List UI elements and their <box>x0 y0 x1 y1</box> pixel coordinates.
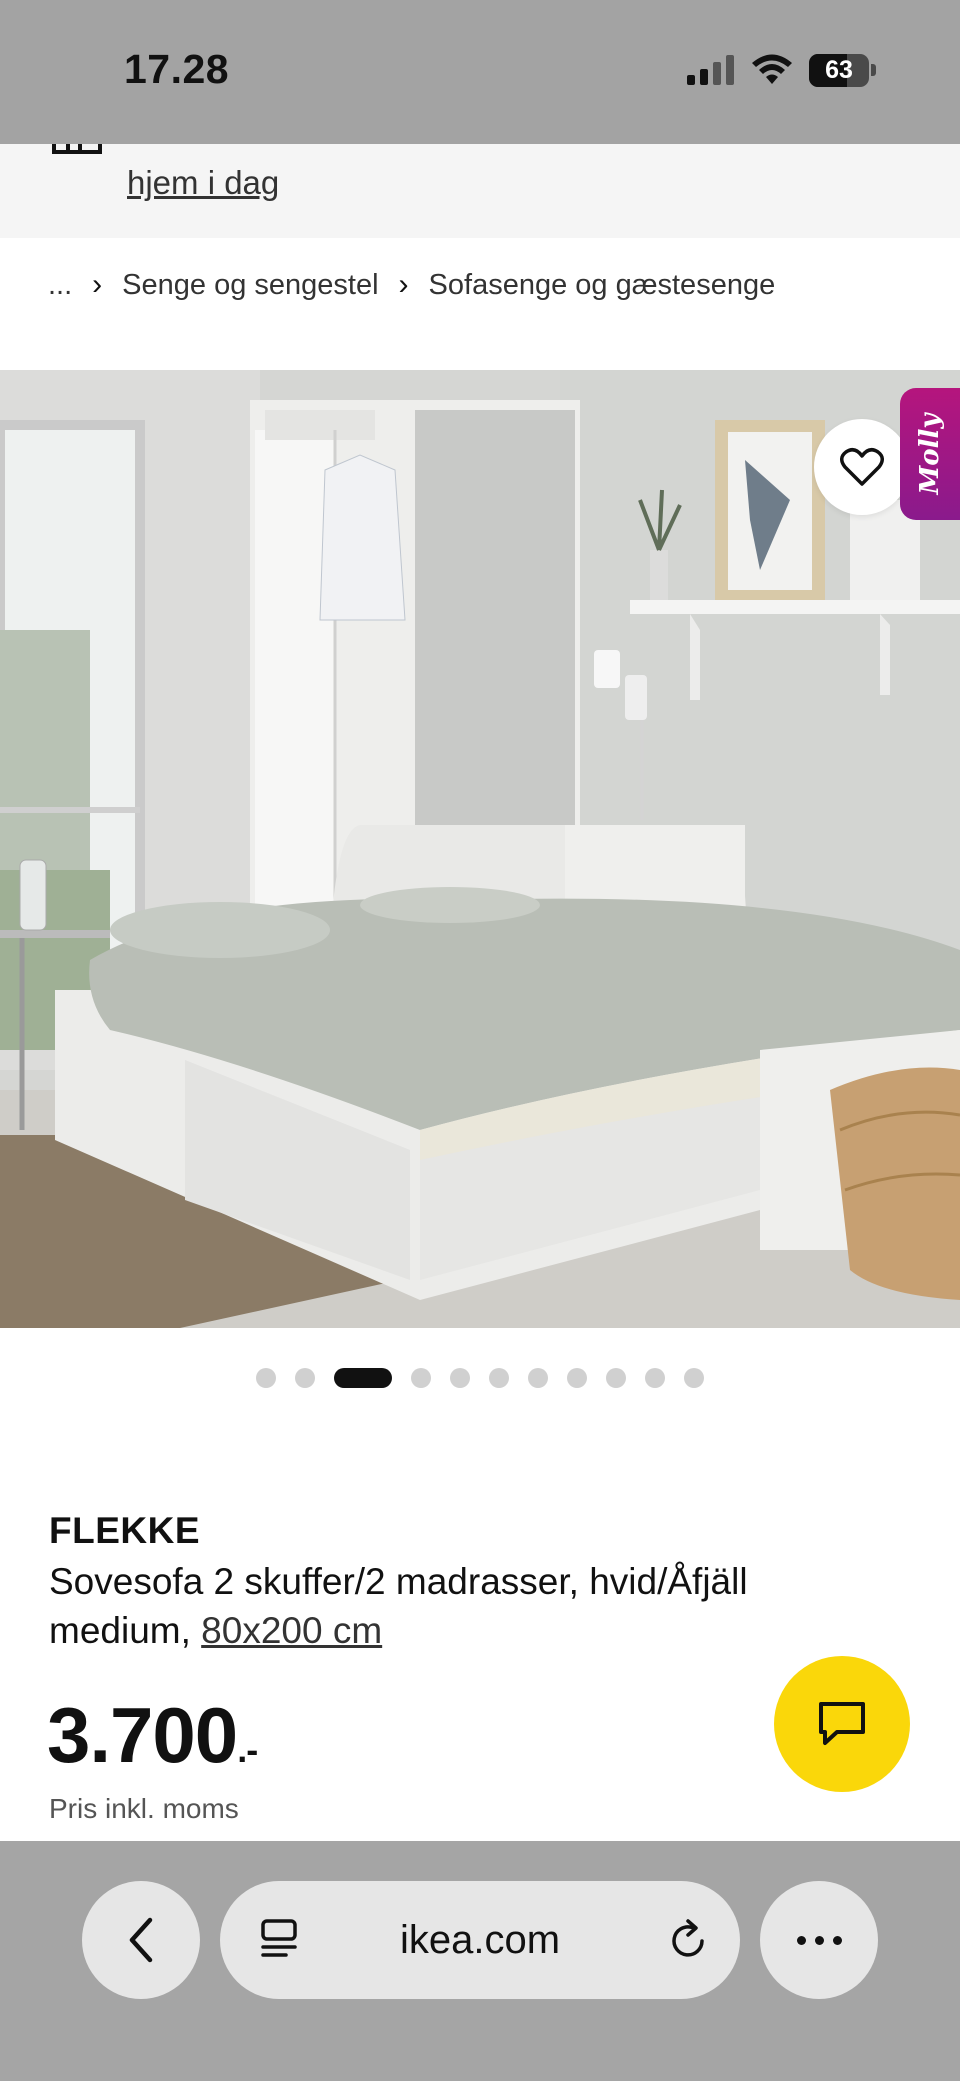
store-icon <box>52 144 102 154</box>
product-page: 17.28 63 hjem i dag ... › Senge og senge… <box>0 0 960 2081</box>
dot-icon <box>832 1935 842 1945</box>
breadcrumb-ellipsis[interactable]: ... <box>48 269 72 302</box>
dot-icon <box>814 1935 824 1945</box>
chevron-right-icon: › <box>398 268 409 301</box>
carousel-dot[interactable] <box>256 1368 276 1388</box>
wifi-icon <box>752 54 792 84</box>
signal-icon <box>687 55 734 85</box>
reader-mode-icon[interactable] <box>258 1917 300 1963</box>
top-banner: hjem i dag <box>0 144 960 238</box>
breadcrumb-item-senge[interactable]: Senge og sengestel <box>122 269 378 302</box>
carousel-dot[interactable] <box>450 1368 470 1388</box>
price-suffix: .- <box>237 1729 258 1770</box>
carousel-dot[interactable] <box>528 1368 548 1388</box>
image-carousel-dots[interactable] <box>0 1368 960 1388</box>
carousel-dot[interactable] <box>411 1368 431 1388</box>
carousel-dot[interactable] <box>684 1368 704 1388</box>
molly-assistant-tab[interactable]: Molly <box>900 388 960 520</box>
status-icons: 63 <box>687 50 876 90</box>
status-time: 17.28 <box>124 46 230 92</box>
product-size-link[interactable]: 80x200 cm <box>201 1610 382 1651</box>
product-image[interactable] <box>0 370 960 1328</box>
dot-icon <box>796 1935 806 1945</box>
product-description: Sovesofa 2 skuffer/2 madrasser, hvid/Åfj… <box>49 1557 869 1655</box>
back-button[interactable] <box>82 1881 200 1999</box>
favorite-button[interactable] <box>814 419 910 515</box>
breadcrumb-item-sofasenge[interactable]: Sofasenge og gæstesenge <box>429 269 776 302</box>
molly-label: Molly <box>915 413 945 495</box>
reload-icon[interactable] <box>666 1917 710 1963</box>
carousel-dot[interactable] <box>489 1368 509 1388</box>
address-bar[interactable]: ikea.com <box>220 1881 740 1999</box>
battery-level: 63 <box>825 55 853 84</box>
product-price: 3.700.- <box>47 1690 258 1781</box>
chevron-right-icon: › <box>92 268 103 301</box>
carousel-dot-active[interactable] <box>334 1368 392 1388</box>
status-bar: 17.28 63 <box>0 0 960 144</box>
carousel-dot[interactable] <box>567 1368 587 1388</box>
price-note: Pris inkl. moms <box>49 1793 239 1824</box>
breadcrumb: ... › Senge og sengestel › Sofasenge og … <box>48 268 775 302</box>
chat-icon <box>819 1702 865 1745</box>
product-description-text: Sovesofa 2 skuffer/2 madrasser, hvid/Åfj… <box>49 1561 748 1651</box>
browser-toolbar: ikea.com <box>0 1841 960 2081</box>
battery-icon: 63 <box>809 53 869 87</box>
chevron-left-icon <box>129 1917 153 1963</box>
carousel-dot[interactable] <box>645 1368 665 1388</box>
carousel-dot[interactable] <box>295 1368 315 1388</box>
battery-tip <box>871 64 876 76</box>
carousel-dot[interactable] <box>606 1368 626 1388</box>
bedroom-photo <box>0 370 960 1328</box>
price-value: 3.700 <box>47 1691 238 1779</box>
more-options-button[interactable] <box>760 1881 878 1999</box>
heart-icon <box>840 448 884 486</box>
banner-link[interactable]: hjem i dag <box>127 164 279 202</box>
product-brand: FLEKKE <box>49 1510 200 1551</box>
chat-button[interactable] <box>774 1656 910 1792</box>
